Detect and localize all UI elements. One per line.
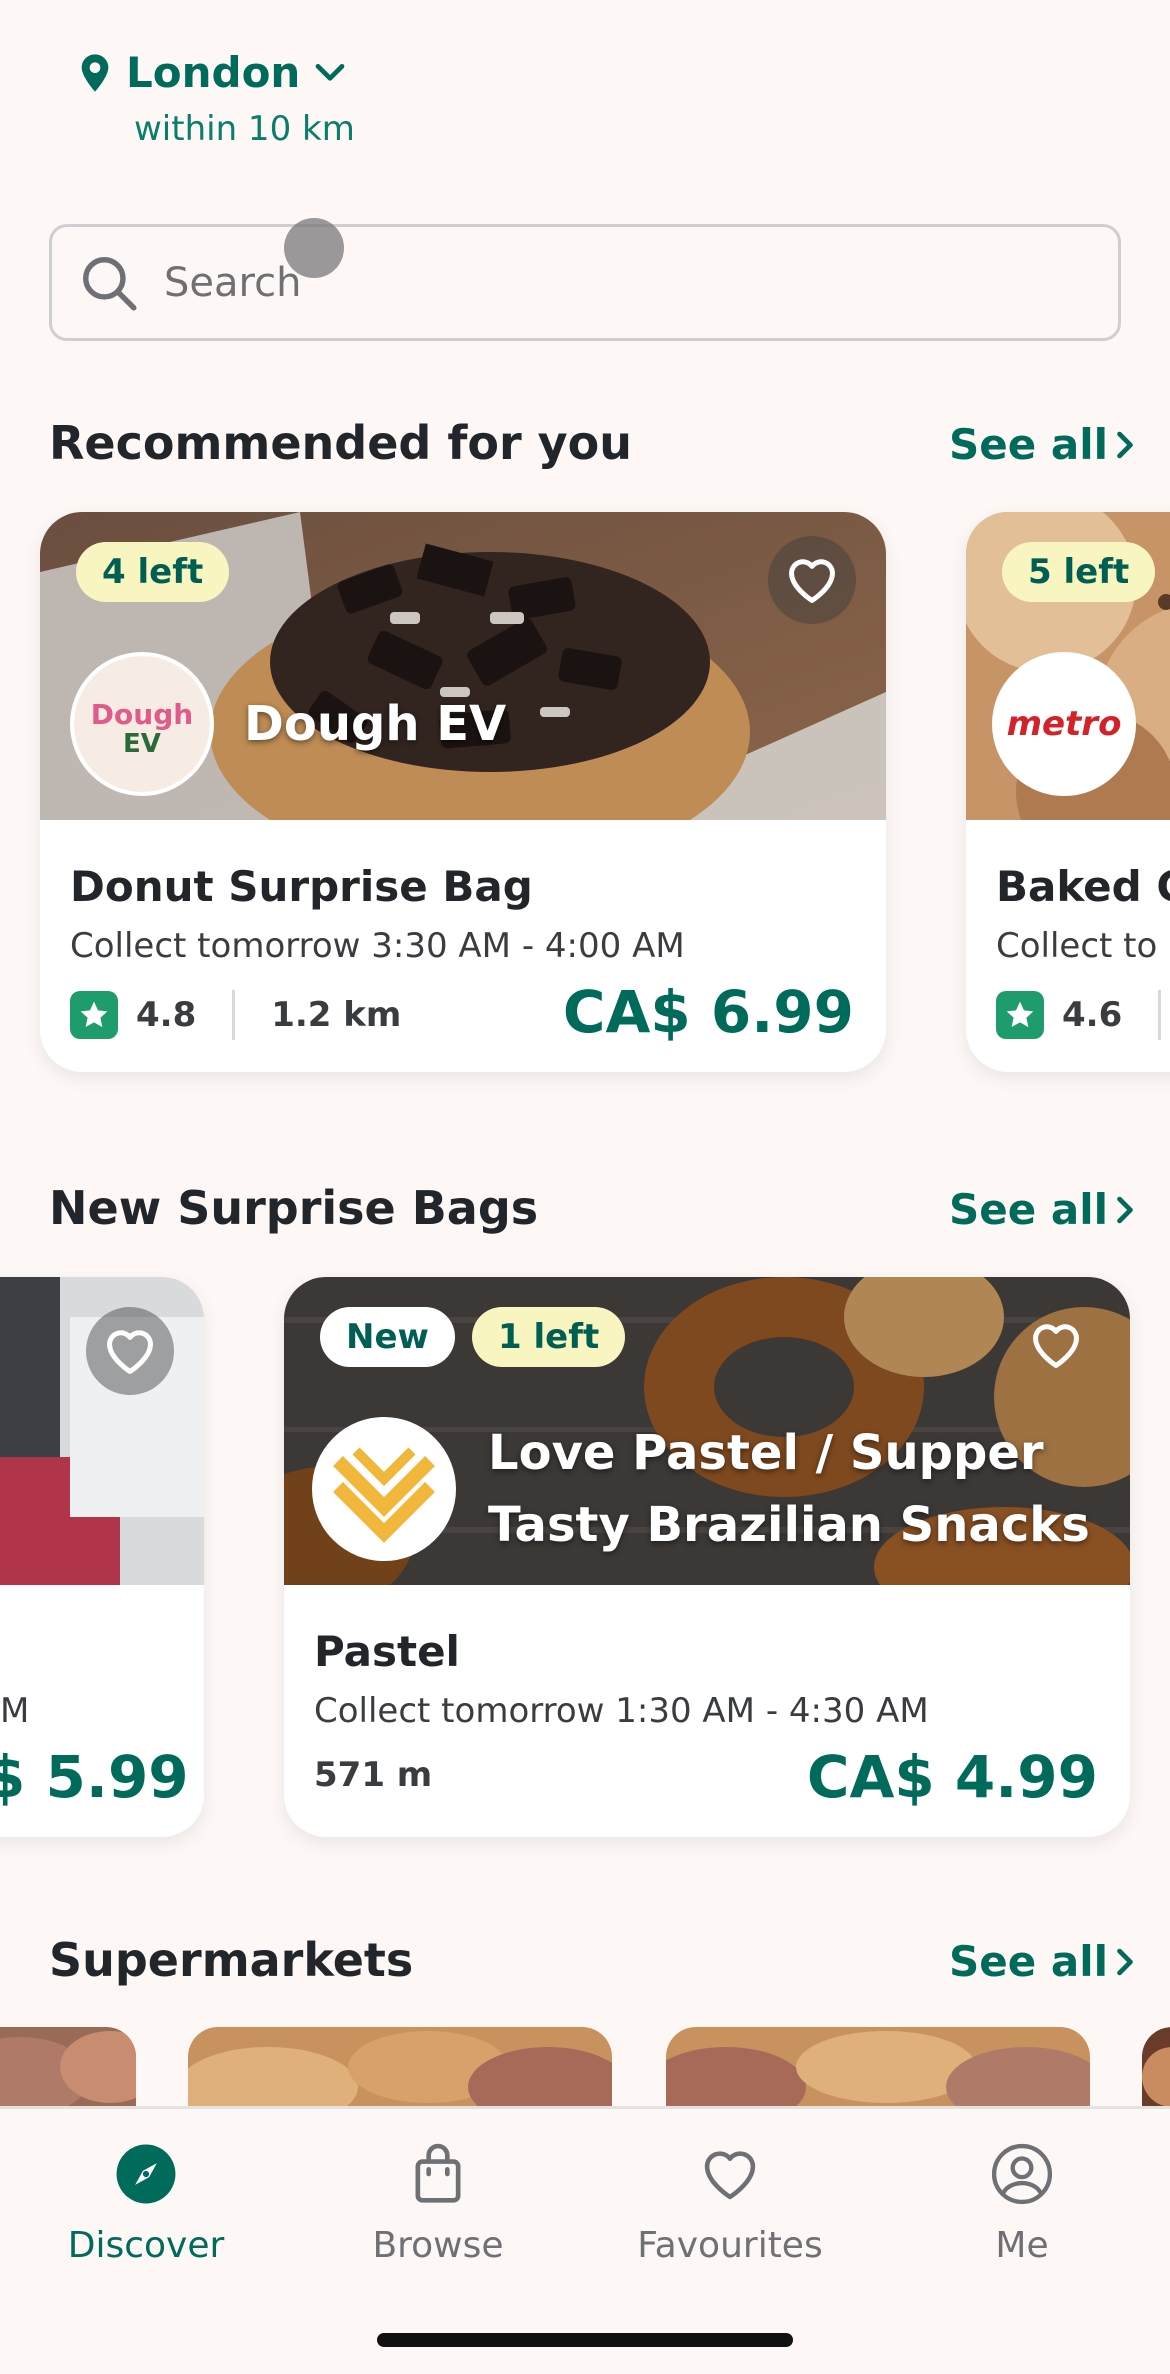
see-all-label: See all: [949, 420, 1108, 469]
location-selector[interactable]: London within 10 km: [78, 48, 355, 149]
new-bag-card-partial[interactable]: M $ 5.99: [0, 1277, 204, 1837]
rating-value: 4.8: [136, 995, 197, 1035]
item-name: Donut Surprise Bag: [70, 862, 533, 911]
see-all-label: See all: [949, 1185, 1108, 1234]
tab-label: Favourites: [637, 2225, 823, 2266]
distance-value: 571 m: [314, 1755, 433, 1795]
logo-text: metro: [1007, 704, 1122, 744]
compass-icon: [116, 2144, 176, 2204]
price-value: CA$ 6.99: [562, 978, 854, 1046]
search-icon: [83, 256, 137, 311]
see-all-new-bags[interactable]: See all: [949, 1185, 1136, 1234]
supermarket-card[interactable]: [666, 2027, 1090, 2107]
chevron-right-icon: [1117, 431, 1133, 458]
recommended-card-dough-ev[interactable]: 4 left Dough EV Dough EV Donut Surprise …: [40, 512, 886, 1072]
store-logo: metro: [992, 652, 1136, 796]
tab-label: Me: [995, 2225, 1049, 2266]
recommended-card-metro[interactable]: 5 left metro Baked G Collect to 4.6: [966, 512, 1170, 1072]
tab-label: Discover: [67, 2225, 225, 2266]
location-pin-icon: [81, 53, 109, 92]
favourite-button[interactable]: [1012, 1301, 1100, 1389]
favourite-button[interactable]: [86, 1307, 174, 1395]
collect-time: M: [0, 1691, 30, 1731]
store-logo: [312, 1417, 456, 1561]
supermarket-card[interactable]: [1142, 2027, 1170, 2107]
collect-time: Collect tomorrow 3:30 AM - 4:00 AM: [70, 926, 685, 966]
home-indicator: [377, 2333, 793, 2347]
stock-badge: 5 left: [1002, 542, 1156, 602]
chevron-down-icon[interactable]: [314, 61, 346, 85]
heart-icon: [789, 559, 835, 603]
search-field[interactable]: Search: [49, 224, 1121, 341]
tab-label: Browse: [372, 2225, 504, 2266]
rating-value: 4.6: [1062, 995, 1123, 1035]
supermarket-card[interactable]: [0, 2027, 136, 2107]
section-title-recommended: Recommended for you: [49, 416, 633, 470]
meta-divider: [1158, 990, 1162, 1040]
meta-divider: [232, 990, 236, 1040]
svg-text:Dough: Dough: [91, 698, 193, 731]
stock-badge: 4 left: [76, 542, 230, 602]
new-bag-card-love-pastel[interactable]: New 1 left Love Pastel / Supper Tasty Br…: [284, 1277, 1130, 1837]
tab-discover[interactable]: Discover: [0, 2139, 292, 2266]
see-all-supermarkets[interactable]: See all: [949, 1937, 1136, 1986]
tab-me[interactable]: Me: [876, 2139, 1168, 2266]
see-all-label: See all: [949, 1937, 1108, 1986]
stock-badge: 1 left: [472, 1307, 626, 1367]
location-radius[interactable]: within 10 km: [134, 109, 355, 149]
favourite-button[interactable]: [768, 536, 856, 624]
collect-time: Collect tomorrow 1:30 AM - 4:30 AM: [314, 1691, 929, 1731]
star-icon: [996, 991, 1044, 1039]
store-name-line-2: Tasty Brazilian Snacks: [488, 1497, 1090, 1553]
section-title-new-bags: New Surprise Bags: [49, 1181, 539, 1235]
price-value: CA$ 4.99: [806, 1743, 1098, 1811]
item-name: Baked G: [996, 862, 1170, 911]
location-city[interactable]: London: [126, 48, 300, 97]
store-name: Dough EV: [244, 696, 507, 752]
search-input[interactable]: Search: [164, 260, 301, 306]
store-name-line-1: Love Pastel / Supper: [488, 1425, 1044, 1481]
section-title-supermarkets: Supermarkets: [49, 1933, 414, 1987]
distance-value: 1.2 km: [271, 995, 402, 1035]
new-badge: New: [320, 1307, 455, 1367]
supermarket-card[interactable]: [188, 2027, 612, 2107]
price-value: $ 5.99: [0, 1743, 189, 1811]
chevron-right-icon: [1117, 1948, 1133, 1975]
heart-icon: [1033, 1324, 1079, 1368]
discover-screen: London within 10 km Search Recommended f…: [0, 0, 1170, 2374]
item-name: Pastel: [314, 1627, 460, 1676]
shopping-bag-icon: [415, 2143, 461, 2203]
tab-browse[interactable]: Browse: [292, 2139, 584, 2266]
heart-icon: [704, 2151, 756, 2200]
user-circle-icon: [991, 2143, 1053, 2205]
see-all-recommended[interactable]: See all: [949, 420, 1136, 469]
collect-time: Collect to: [996, 926, 1158, 966]
star-icon: [70, 991, 118, 1039]
touch-indicator: [284, 218, 344, 278]
svg-text:EV: EV: [123, 729, 161, 759]
store-logo: Dough EV: [70, 652, 214, 796]
heart-icon: [107, 1330, 153, 1374]
chevron-right-icon: [1117, 1196, 1133, 1223]
tab-favourites[interactable]: Favourites: [584, 2139, 876, 2266]
